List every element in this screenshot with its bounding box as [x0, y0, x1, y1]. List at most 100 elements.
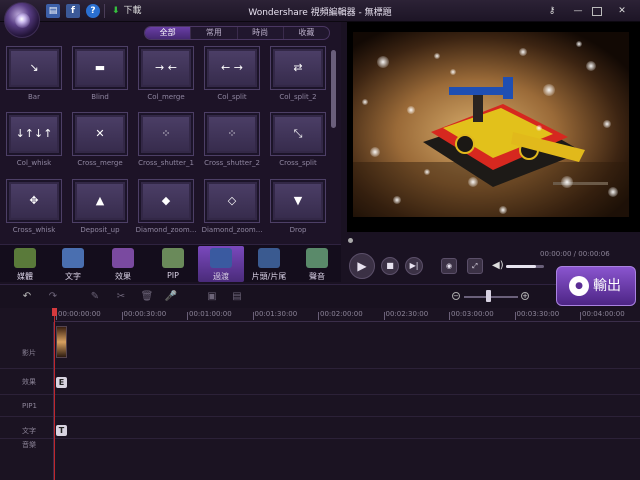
tab-media[interactable]: 媒體 — [2, 246, 48, 282]
transition-tile[interactable]: ▬ — [72, 46, 128, 90]
transition-thumbnail: ← → — [209, 51, 255, 85]
transition-tile[interactable]: ⁘ — [138, 112, 194, 156]
ruler-tick-label: 00:03:00:00 — [449, 310, 494, 320]
transition-tile[interactable]: ↘ — [6, 46, 62, 90]
transition-label: Cross_shutter_1 — [138, 159, 194, 167]
transition-tile[interactable]: ⇄ — [270, 46, 326, 90]
tab-intro-credit[interactable]: 片頭/片尾 — [246, 246, 292, 282]
transition-label: Blind — [91, 93, 109, 101]
transition-label: Bar — [28, 93, 40, 101]
zoom-knob[interactable] — [485, 290, 491, 302]
close-button[interactable]: ✕ — [614, 4, 630, 18]
cut-icon[interactable]: ✂ — [114, 290, 128, 304]
delete-icon[interactable]: 🗑 — [140, 290, 154, 304]
text-marker-icon[interactable]: T — [56, 425, 67, 436]
ruler-tick-label: 00:00:00:00 — [56, 310, 101, 320]
tab-text[interactable]: 文字 — [50, 246, 96, 282]
transition-thumbnail: ↘ — [11, 51, 57, 85]
transition-tile[interactable]: ⤡ — [270, 112, 326, 156]
track-divider — [0, 416, 640, 417]
tab-effects[interactable]: 效果 — [100, 246, 146, 282]
transition-label: Col_merge — [147, 93, 185, 101]
playhead[interactable] — [54, 308, 55, 480]
filter-tab[interactable]: 時尚 — [238, 27, 284, 39]
edit-icon[interactable]: ✎ — [88, 290, 102, 304]
undo-icon[interactable]: ↶ — [20, 290, 34, 304]
transition-thumbnail: ✥ — [11, 184, 57, 218]
playhead-handle[interactable] — [52, 308, 57, 316]
snapshot-icon[interactable]: ◉ — [441, 258, 457, 274]
maximize-button[interactable] — [592, 7, 602, 16]
transition-thumbnail: ⇄ — [275, 51, 321, 85]
filter-tab[interactable]: 常用 — [191, 27, 238, 39]
ruler-tick-label: 00:02:00:00 — [318, 310, 363, 320]
export-button[interactable]: ● 輸出 — [556, 266, 636, 306]
ruler-tick-label: 00:02:30:00 — [383, 310, 429, 320]
transition-tile[interactable]: ✕ — [72, 112, 128, 156]
ruler-tick-label: 00:01:00:00 — [187, 310, 232, 320]
video-clip[interactable] — [56, 326, 67, 358]
grid-scrollbar[interactable] — [331, 50, 336, 128]
ruler-tick-label: 00:04:00:00 — [580, 310, 625, 320]
transition-tile[interactable]: ✥ — [6, 179, 62, 223]
transition-tile[interactable]: ← → — [204, 46, 260, 90]
transition-label: Col_split — [217, 93, 247, 101]
filter-tab[interactable]: 收藏 — [284, 27, 329, 39]
transition-arrow-icon: ← → — [221, 61, 243, 74]
crop-icon[interactable]: ▣ — [205, 290, 219, 304]
stop-button[interactable]: ■ — [381, 257, 399, 275]
video-image — [353, 32, 629, 217]
tab-label: 過渡 — [213, 272, 229, 281]
tab-pip[interactable]: PIP — [150, 246, 196, 282]
transition-thumbnail: ◇ — [209, 184, 255, 218]
transition-tile[interactable]: ⁘ — [204, 112, 260, 156]
tab-transition[interactable]: 過渡 — [198, 246, 244, 282]
play-button[interactable]: ▶ — [349, 253, 375, 279]
time-ruler[interactable]: 00:00:00:00 00:00:30:00 00:01:00:00 00:01:3… — [54, 308, 640, 322]
transition-thumbnail: ▼ — [275, 184, 321, 218]
redo-icon[interactable]: ↷ — [46, 290, 60, 304]
tab-sound[interactable]: 聲音 — [294, 246, 340, 282]
transition-label: Col_whisk — [16, 159, 52, 167]
timeline: 00:00:00:00 00:00:30:00 00:01:00:00 00:01:3… — [0, 308, 640, 480]
tab-label: 效果 — [115, 272, 131, 281]
transition-label: Cross_merge — [77, 159, 123, 167]
zoom-slider[interactable] — [464, 296, 518, 298]
filter-tabs: 全部 常用 時尚 收藏 — [144, 26, 330, 40]
transition-tile[interactable]: ↓↑↓↑ — [6, 112, 62, 156]
zoom-in-icon[interactable]: + — [521, 292, 529, 300]
ruler-tick-label: 00:00:30:00 — [121, 310, 167, 320]
volume-slider[interactable] — [506, 265, 544, 268]
next-frame-button[interactable]: ▶| — [405, 257, 423, 275]
filter-tab[interactable]: 全部 — [145, 27, 192, 39]
library-tabs: 媒體 文字 效果 PIP 過渡 片頭/片尾 聲音 — [0, 244, 341, 282]
effect-marker-icon[interactable]: E — [56, 377, 67, 388]
zoom-out-icon[interactable]: − — [452, 292, 460, 300]
progress-slider[interactable] — [348, 238, 353, 243]
transition-tile[interactable]: ◇ — [204, 179, 260, 223]
track-label: PIP1 — [22, 402, 37, 410]
transition-arrow-icon: ⇄ — [293, 61, 303, 74]
transition-arrow-icon: ⁘ — [161, 127, 171, 140]
tab-label: 片頭/片尾 — [251, 272, 287, 281]
volume-icon[interactable]: ◀) — [492, 260, 504, 271]
transition-tile[interactable]: ▼ — [270, 179, 326, 223]
detach-audio-icon[interactable]: ▤ — [230, 290, 244, 304]
transition-thumbnail: ↓↑↓↑ — [11, 117, 57, 151]
pip-icon — [162, 248, 184, 268]
transition-arrow-icon: ▲ — [95, 194, 105, 207]
transition-tile[interactable]: ◆ — [138, 179, 194, 223]
time-readout: 00:00:00 / 00:00:06 — [540, 250, 610, 258]
transition-tile[interactable]: ▲ — [72, 179, 128, 223]
transition-arrow-icon: ◇ — [227, 194, 237, 207]
fullscreen-icon[interactable]: ⤢ — [467, 258, 483, 274]
key-icon[interactable]: ⚷ — [544, 4, 560, 18]
transition-thumbnail: ▬ — [77, 51, 123, 85]
transition-thumbnail: ⤡ — [275, 117, 321, 151]
effects-icon — [112, 248, 134, 268]
transition-tile[interactable]: → ← — [138, 46, 194, 90]
media-icon — [14, 248, 36, 268]
record-voice-icon[interactable]: 🎤 — [164, 290, 178, 304]
minimize-button[interactable]: — — [570, 4, 586, 18]
ruler-tick-label: 00:01:30:00 — [252, 310, 298, 320]
